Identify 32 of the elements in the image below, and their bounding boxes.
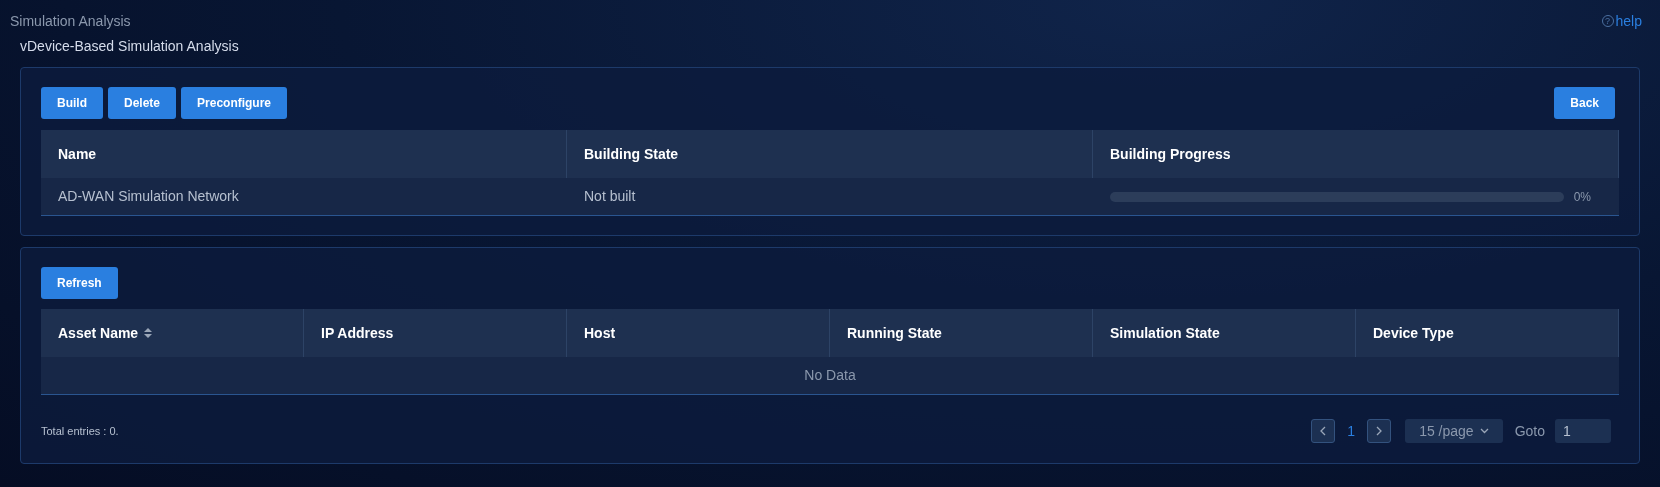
column-header: IP Address — [321, 323, 394, 343]
previous-page-button[interactable] — [1311, 419, 1336, 443]
chevron-icon — [1320, 426, 1327, 436]
table-cell-text: Not built — [584, 187, 636, 206]
goto-field[interactable]: 1 — [1555, 419, 1611, 443]
empty-message: No Data — [804, 366, 856, 385]
delete-button[interactable]: Delete — [108, 87, 177, 119]
chevron-down-icon — [1479, 428, 1489, 434]
build-button[interactable]: Build — [41, 87, 103, 119]
preconfigure-button[interactable]: Preconfigure — [181, 87, 288, 119]
column-header: Building Progress — [1110, 144, 1231, 164]
page-size-select[interactable]: 15 /page — [1405, 419, 1503, 443]
back-button[interactable]: Back — [1554, 87, 1615, 119]
column-header: Building State — [584, 144, 679, 164]
column-header: Device Type — [1373, 323, 1454, 343]
page-button[interactable]: 1 — [1345, 420, 1358, 442]
help-link[interactable]: ? help — [1601, 10, 1642, 32]
progress-reading: 0% — [1573, 188, 1591, 206]
page-title: Simulation Analysis — [10, 11, 131, 31]
section-title: vDevice-Based Simulation Analysis — [20, 37, 240, 56]
column-header: Asset Name — [58, 323, 139, 343]
table-cell-text: AD-WAN Simulation Network — [58, 187, 239, 206]
next-page-button[interactable] — [1367, 419, 1392, 443]
sort-icon[interactable] — [144, 328, 153, 338]
total-entries: Total entries : 0. — [41, 423, 119, 439]
column-header: Simulation State — [1110, 323, 1220, 343]
goto-label: Goto — [1514, 421, 1545, 441]
column-header: Running State — [847, 323, 942, 343]
column-header: Host — [584, 323, 616, 343]
chevron-icon — [1376, 426, 1383, 436]
column-header: Name — [58, 144, 97, 164]
refresh-button[interactable]: Refresh — [41, 267, 118, 299]
